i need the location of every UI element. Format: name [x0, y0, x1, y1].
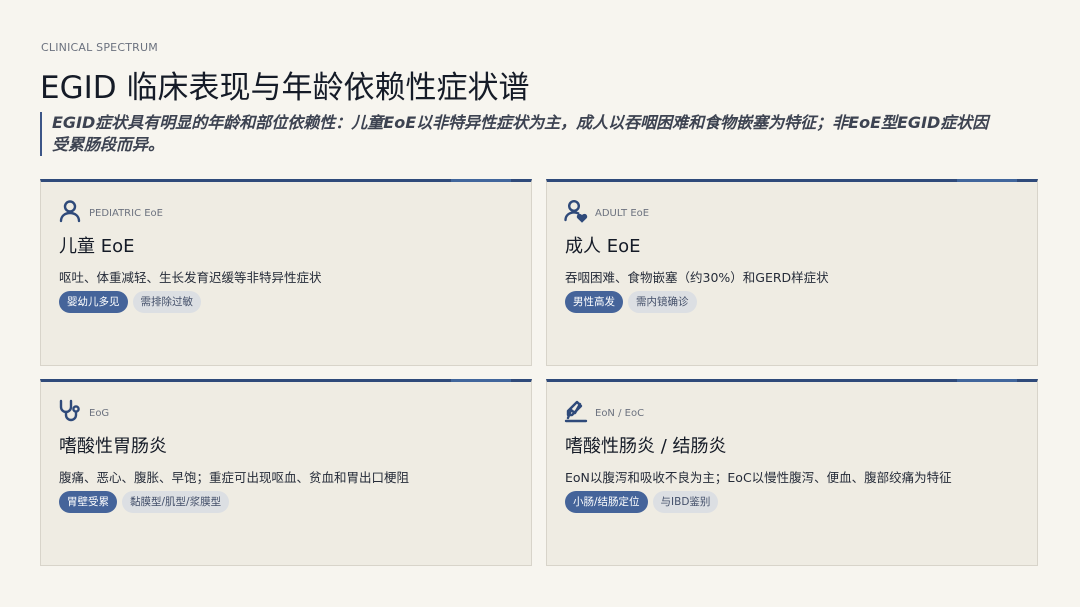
- chip-primary: 胃壁受累: [59, 491, 117, 513]
- chip-primary: 婴幼儿多见: [59, 291, 128, 313]
- card-title: 嗜酸性肠炎 / 结肠炎: [565, 436, 727, 457]
- card-description: EoN以腹泻和吸收不良为主；EoC以慢性腹泻、便血、腹部绞痛为特征: [565, 470, 952, 485]
- page-title: EGID 临床表现与年龄依赖性症状谱: [40, 70, 530, 106]
- card-pediatric-eoe: PEDIATRIC EoE 儿童 EoE 呕吐、体重减轻、生长发育迟缓等非特异性…: [40, 179, 532, 366]
- card-accent-bar: [957, 379, 1017, 382]
- card-title: 成人 EoE: [565, 236, 641, 257]
- chip-group: 小肠/结肠定位 与IBD鉴别: [565, 491, 719, 513]
- page-subtitle: EGID症状具有明显的年龄和部位依赖性：儿童EoE以非特异性症状为主，成人以吞咽…: [40, 112, 992, 156]
- card-title: 嗜酸性胃肠炎: [59, 436, 167, 457]
- card-header: EoN / EoC: [563, 398, 644, 428]
- card-header: ADULT EoE: [563, 198, 649, 228]
- person-icon: [57, 198, 83, 228]
- card-tag: PEDIATRIC EoE: [89, 207, 163, 219]
- card-title: 儿童 EoE: [59, 236, 135, 257]
- person-heart-icon: [563, 198, 589, 228]
- chip-secondary: 需内镜确诊: [628, 291, 697, 313]
- card-description: 吞咽困难、食物嵌塞（约30%）和GERD样症状: [565, 270, 829, 285]
- card-tag: EoG: [89, 407, 110, 419]
- card-accent-bar: [451, 179, 511, 182]
- card-accent-bar: [957, 179, 1017, 182]
- card-tag: EoN / EoC: [595, 407, 645, 419]
- card-eog: EoG 嗜酸性胃肠炎 腹痛、恶心、腹胀、早饱；重症可出现呕血、贫血和胃出口梗阻 …: [40, 379, 532, 566]
- card-header: PEDIATRIC EoE: [57, 198, 163, 228]
- card-header: EoG: [57, 398, 109, 428]
- chip-secondary: 黏膜型/肌型/浆膜型: [122, 491, 230, 513]
- card-tag: ADULT EoE: [595, 207, 650, 219]
- card-adult-eoe: ADULT EoE 成人 EoE 吞咽困难、食物嵌塞（约30%）和GERD样症状…: [546, 179, 1038, 366]
- chip-primary: 小肠/结肠定位: [565, 491, 648, 513]
- chip-group: 婴幼儿多见 需排除过敏: [59, 291, 201, 313]
- chip-secondary: 需排除过敏: [132, 291, 201, 313]
- card-description: 腹痛、恶心、腹胀、早饱；重症可出现呕血、贫血和胃出口梗阻: [59, 470, 410, 485]
- chip-group: 男性高发 需内镜确诊: [565, 291, 697, 313]
- card-eon-eoc: EoN / EoC 嗜酸性肠炎 / 结肠炎 EoN以腹泻和吸收不良为主；EoC以…: [546, 379, 1038, 566]
- card-accent-bar: [451, 379, 511, 382]
- report-icon: [563, 398, 589, 428]
- eyebrow-label: CLINICAL SPECTRUM: [41, 41, 158, 54]
- chip-group: 胃壁受累 黏膜型/肌型/浆膜型: [59, 491, 230, 513]
- stethoscope-icon: [57, 398, 83, 428]
- card-description: 呕吐、体重减轻、生长发育迟缓等非特异性症状: [59, 270, 322, 285]
- chip-primary: 男性高发: [565, 291, 623, 313]
- chip-secondary: 与IBD鉴别: [652, 491, 719, 513]
